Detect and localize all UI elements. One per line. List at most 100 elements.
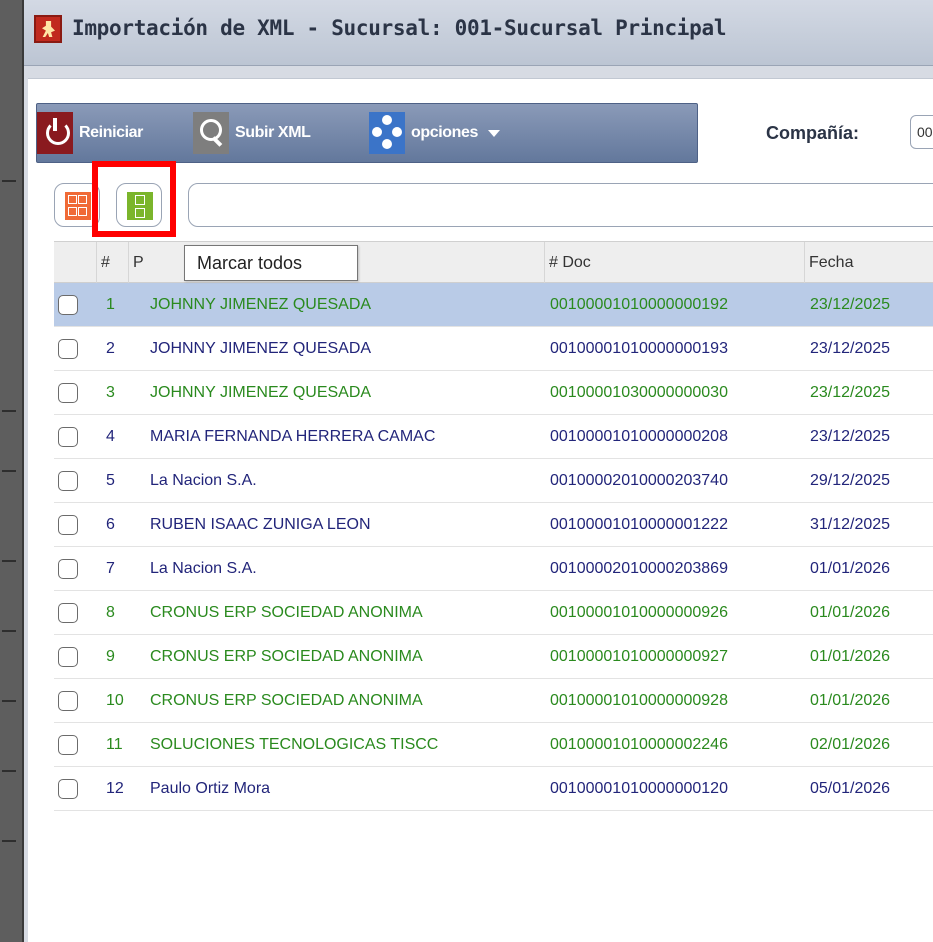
title-bar: Importación de XML - Sucursal: 001-Sucur… — [24, 0, 933, 66]
marcar-todos-button[interactable] — [116, 183, 162, 227]
row-number: 4 — [106, 428, 115, 445]
row-doc: 00100001010000002246 — [550, 736, 728, 753]
row-doc: 00100001010000000928 — [550, 692, 728, 709]
row-number: 7 — [106, 560, 115, 577]
compania-label: Compañía: — [766, 123, 860, 143]
table-row[interactable]: 10 CRONUS ERP SOCIEDAD ANONIMA 00100001010… — [54, 679, 933, 723]
header-number[interactable]: # — [96, 242, 128, 284]
row-number: 8 — [106, 604, 115, 621]
compania-input[interactable]: 00 — [910, 115, 933, 149]
row-checkbox[interactable] — [58, 471, 78, 491]
row-checkbox[interactable] — [58, 383, 78, 403]
background-window-edge — [0, 0, 22, 942]
table-row[interactable]: 7 La Nacion S.A. 00100002010000203869 01/01… — [54, 547, 933, 591]
header-date[interactable]: Fecha — [804, 242, 933, 284]
row-date: 01/01/2026 — [810, 648, 891, 665]
row-date: 05/01/2026 — [810, 780, 891, 797]
row-date: 23/12/2025 — [810, 428, 891, 445]
row-doc: 00100001010000000208 — [550, 428, 728, 445]
row-doc: 00100001010000000193 — [550, 340, 728, 357]
desmarcar-todos-button[interactable] — [54, 183, 100, 227]
check-all-icon — [127, 192, 153, 220]
row-checkbox[interactable] — [58, 647, 78, 667]
table-row[interactable]: 4 MARIA FERNANDA HERRERA CAMAC 00100001010… — [54, 415, 933, 459]
header-doc[interactable]: # Doc — [544, 242, 804, 284]
filter-input[interactable] — [188, 183, 933, 227]
row-doc: 00100002010000203740 — [550, 472, 728, 489]
table-row[interactable]: 1 JOHNNY JIMENEZ QUESADA 00100001010000000… — [54, 283, 933, 327]
table-row[interactable]: 2 JOHNNY JIMENEZ QUESADA 00100001010000000… — [54, 327, 933, 371]
app-icon — [34, 15, 62, 43]
reiniciar-button[interactable]: Reiniciar — [37, 104, 143, 162]
reiniciar-label: Reiniciar — [79, 124, 143, 141]
opciones-label: opciones — [411, 124, 479, 141]
table-row[interactable]: 12 Paulo Ortiz Mora 00100001010000000120 05… — [54, 767, 933, 811]
row-number: 1 — [106, 296, 115, 313]
row-checkbox[interactable] — [58, 691, 78, 711]
row-provider: La Nacion S.A. — [150, 560, 257, 577]
main-panel: Reiniciar Subir XML opciones Compañía: 0… — [28, 78, 933, 942]
table-row[interactable]: 9 CRONUS ERP SOCIEDAD ANONIMA 001000010100… — [54, 635, 933, 679]
row-number: 12 — [106, 780, 124, 797]
uncheck-all-icon — [65, 192, 91, 220]
row-number: 10 — [106, 692, 124, 709]
table-body: 1 JOHNNY JIMENEZ QUESADA 00100001010000000… — [54, 283, 933, 823]
row-date: 23/12/2025 — [810, 296, 891, 313]
row-number: 2 — [106, 340, 115, 357]
row-doc: 00100001030000000030 — [550, 384, 728, 401]
toolbar: Reiniciar Subir XML opciones — [36, 103, 698, 163]
row-doc: 00100001010000000192 — [550, 296, 728, 313]
row-provider: MARIA FERNANDA HERRERA CAMAC — [150, 428, 436, 445]
row-doc: 00100001010000000927 — [550, 648, 728, 665]
row-number: 9 — [106, 648, 115, 665]
row-doc: 00100001010000000926 — [550, 604, 728, 621]
row-number: 5 — [106, 472, 115, 489]
row-provider: JOHNNY JIMENEZ QUESADA — [150, 296, 372, 313]
table-row[interactable]: 5 La Nacion S.A. 00100002010000203740 29/12… — [54, 459, 933, 503]
row-number: 3 — [106, 384, 115, 401]
row-checkbox[interactable] — [58, 559, 78, 579]
row-checkbox[interactable] — [58, 603, 78, 623]
row-checkbox[interactable] — [58, 779, 78, 799]
table-row[interactable]: 6 RUBEN ISAAC ZUNIGA LEON 0010000101000000… — [54, 503, 933, 547]
row-date: 01/01/2026 — [810, 604, 891, 621]
row-provider: La Nacion S.A. — [150, 472, 257, 489]
row-doc: 00100002010000203869 — [550, 560, 728, 577]
tooltip-marcar-todos: Marcar todos — [184, 245, 358, 281]
row-date: 01/01/2026 — [810, 692, 891, 709]
power-icon — [37, 112, 73, 154]
documents-table: # P # Doc Fecha 1 JOHNNY JIMENEZ QUESADA 0… — [54, 241, 933, 823]
row-checkbox[interactable] — [58, 427, 78, 447]
row-provider: Paulo Ortiz Mora — [150, 780, 271, 797]
row-provider: JOHNNY JIMENEZ QUESADA — [150, 340, 372, 357]
subir-xml-button[interactable]: Subir XML — [193, 104, 311, 162]
row-checkbox[interactable] — [58, 339, 78, 359]
row-number: 6 — [106, 516, 115, 533]
row-provider: JOHNNY JIMENEZ QUESADA — [150, 384, 372, 401]
table-row[interactable]: 11 SOLUCIONES TECNOLOGICAS TISCC 001000010… — [54, 723, 933, 767]
row-provider: CRONUS ERP SOCIEDAD ANONIMA — [150, 648, 423, 665]
row-doc: 00100001010000001222 — [550, 516, 728, 533]
row-date: 23/12/2025 — [810, 384, 891, 401]
search-icon — [193, 112, 229, 154]
row-provider: CRONUS ERP SOCIEDAD ANONIMA — [150, 692, 423, 709]
row-number: 11 — [106, 736, 123, 753]
row-provider: CRONUS ERP SOCIEDAD ANONIMA — [150, 604, 423, 621]
options-icon — [369, 112, 405, 154]
row-date: 02/01/2026 — [810, 736, 891, 753]
row-checkbox[interactable] — [58, 295, 78, 315]
opciones-menu-button[interactable]: opciones — [369, 104, 501, 162]
row-doc: 00100001010000000120 — [550, 780, 728, 797]
row-checkbox[interactable] — [58, 515, 78, 535]
row-date: 23/12/2025 — [810, 340, 891, 357]
table-row[interactable]: 8 CRONUS ERP SOCIEDAD ANONIMA 001000010100… — [54, 591, 933, 635]
import-xml-window: Importación de XML - Sucursal: 001-Sucur… — [22, 0, 933, 942]
subir-xml-label: Subir XML — [235, 124, 311, 141]
chevron-down-icon — [488, 129, 501, 137]
row-provider: SOLUCIONES TECNOLOGICAS TISCC — [150, 736, 439, 753]
window-title: Importación de XML - Sucursal: 001-Sucur… — [72, 16, 727, 40]
row-provider: RUBEN ISAAC ZUNIGA LEON — [150, 516, 371, 533]
table-row[interactable]: 3 JOHNNY JIMENEZ QUESADA 00100001030000000… — [54, 371, 933, 415]
row-checkbox[interactable] — [58, 735, 78, 755]
row-date: 01/01/2026 — [810, 560, 891, 577]
